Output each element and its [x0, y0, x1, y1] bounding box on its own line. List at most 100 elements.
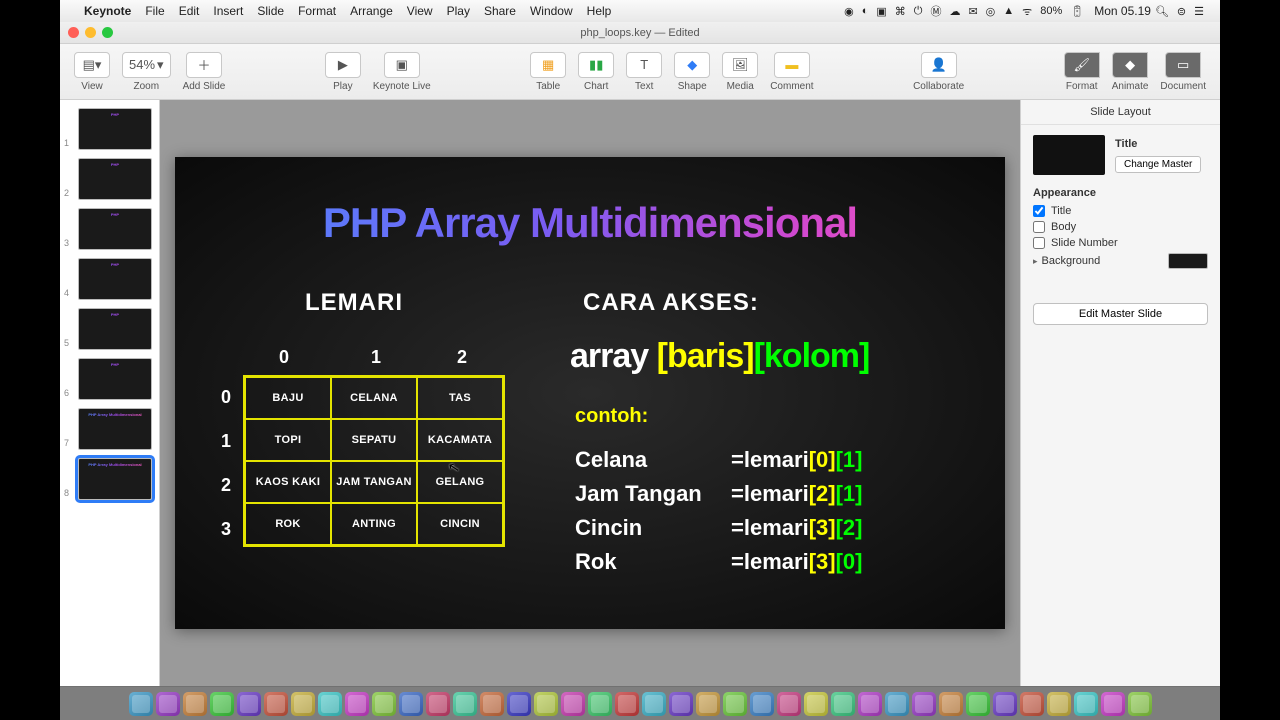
dock-app-icon[interactable] — [129, 692, 153, 716]
slide-thumbnail[interactable]: PHP Array Multidimensional — [78, 458, 152, 500]
status-icon[interactable]: Ⓜ — [930, 3, 941, 19]
dock-app-icon[interactable] — [993, 692, 1017, 716]
dock-app-icon[interactable] — [507, 692, 531, 716]
slide-thumbnail[interactable]: PHP — [78, 358, 152, 400]
menu-file[interactable]: File — [145, 4, 164, 18]
slide-canvas[interactable]: PHP Array Multidimensional LEMARI CARA A… — [160, 100, 1020, 686]
add-slide-button[interactable]: ＋ Add Slide — [183, 52, 226, 92]
dock-app-icon[interactable] — [372, 692, 396, 716]
edit-master-slide-button[interactable]: Edit Master Slide — [1033, 303, 1208, 325]
menu-arrange[interactable]: Arrange — [350, 4, 393, 18]
dock-app-icon[interactable] — [183, 692, 207, 716]
background-swatch[interactable] — [1168, 253, 1208, 269]
dock-app-icon[interactable] — [1047, 692, 1071, 716]
status-icon[interactable]: ▲ — [1003, 5, 1014, 17]
slide-number-checkbox[interactable]: Slide Number — [1033, 237, 1208, 249]
minimize-icon[interactable] — [85, 27, 96, 38]
dock-app-icon[interactable] — [1101, 692, 1125, 716]
dock-app-icon[interactable] — [210, 692, 234, 716]
close-icon[interactable] — [68, 27, 79, 38]
comment-button[interactable]: ▬ Comment — [770, 52, 813, 92]
slide-thumbnail[interactable]: PHP Array Multidimensional — [78, 408, 152, 450]
menu-edit[interactable]: Edit — [179, 4, 200, 18]
slide-thumbnail[interactable]: PHP — [78, 258, 152, 300]
status-icon[interactable]: ✉ — [968, 5, 977, 18]
status-icon[interactable]: ☁ — [949, 5, 960, 18]
dock-app-icon[interactable] — [885, 692, 909, 716]
slide-thumbnail[interactable]: PHP — [78, 208, 152, 250]
zoom-select[interactable]: 54%▾ Zoom — [122, 52, 171, 92]
status-icon[interactable]: ⏻ — [914, 5, 923, 18]
slide-thumbnail[interactable]: PHP — [78, 108, 152, 150]
dock-app-icon[interactable] — [480, 692, 504, 716]
dock-app-icon[interactable] — [966, 692, 990, 716]
view-button[interactable]: ▤▾ View — [74, 52, 110, 92]
play-button[interactable]: ▶ Play — [325, 52, 361, 92]
dock-app-icon[interactable] — [561, 692, 585, 716]
spotlight-icon[interactable]: 🔍︎ — [1155, 5, 1169, 18]
dock-app-icon[interactable] — [831, 692, 855, 716]
status-icon[interactable]: ◎ — [986, 5, 996, 18]
menu-view[interactable]: View — [407, 4, 433, 18]
status-icon[interactable]: ⌘ — [895, 5, 906, 18]
dock-app-icon[interactable] — [1074, 692, 1098, 716]
dock-app-icon[interactable] — [939, 692, 963, 716]
dock[interactable] — [60, 686, 1220, 720]
menu-slide[interactable]: Slide — [257, 4, 284, 18]
dock-app-icon[interactable] — [345, 692, 369, 716]
menu-share[interactable]: Share — [484, 4, 516, 18]
app-name[interactable]: Keynote — [84, 4, 131, 18]
dock-app-icon[interactable] — [669, 692, 693, 716]
dock-app-icon[interactable] — [1128, 692, 1152, 716]
master-thumbnail[interactable] — [1033, 135, 1105, 175]
dock-app-icon[interactable] — [264, 692, 288, 716]
slide[interactable]: PHP Array Multidimensional LEMARI CARA A… — [175, 157, 1005, 629]
menu-window[interactable]: Window — [530, 4, 573, 18]
control-center-icon[interactable]: ⊜ — [1177, 5, 1186, 18]
title-checkbox[interactable]: Title — [1033, 205, 1208, 217]
status-icon[interactable]: ▣ — [876, 5, 886, 18]
collaborate-button[interactable]: 👤 Collaborate — [913, 52, 964, 92]
slide-thumbnail[interactable]: PHP — [78, 308, 152, 350]
status-icon[interactable]: ◐ — [862, 5, 869, 17]
dock-app-icon[interactable] — [588, 692, 612, 716]
slide-thumbnail[interactable]: PHP — [78, 158, 152, 200]
animate-tab-button[interactable]: ◆ Animate — [1112, 52, 1149, 92]
dock-app-icon[interactable] — [534, 692, 558, 716]
keynote-live-button[interactable]: ▣ Keynote Live — [373, 52, 431, 92]
dock-app-icon[interactable] — [399, 692, 423, 716]
text-button[interactable]: T Text — [626, 52, 662, 92]
dock-app-icon[interactable] — [777, 692, 801, 716]
dock-app-icon[interactable] — [237, 692, 261, 716]
fullscreen-icon[interactable] — [102, 27, 113, 38]
body-checkbox[interactable]: Body — [1033, 221, 1208, 233]
wifi-icon[interactable]: ᯤ — [1022, 4, 1032, 19]
traffic-lights[interactable] — [68, 27, 113, 38]
dock-app-icon[interactable] — [156, 692, 180, 716]
dock-app-icon[interactable] — [723, 692, 747, 716]
disclosure-triangle-icon[interactable]: ▸ — [1033, 256, 1038, 267]
change-master-button[interactable]: Change Master — [1115, 156, 1201, 173]
menu-play[interactable]: Play — [447, 4, 470, 18]
media-button[interactable]: 🖼︎ Media — [722, 52, 758, 92]
dock-app-icon[interactable] — [696, 692, 720, 716]
dock-app-icon[interactable] — [804, 692, 828, 716]
slide-navigator[interactable]: 1PHP2PHP3PHP4PHP5PHP6PHP7PHP Array Multi… — [60, 100, 160, 686]
menu-format[interactable]: Format — [298, 4, 336, 18]
dock-app-icon[interactable] — [750, 692, 774, 716]
menu-help[interactable]: Help — [587, 4, 612, 18]
dock-app-icon[interactable] — [426, 692, 450, 716]
table-button[interactable]: ▦ Table — [530, 52, 566, 92]
document-tab-button[interactable]: ▭ Document — [1160, 52, 1206, 92]
dock-app-icon[interactable] — [1020, 692, 1044, 716]
status-icon[interactable]: ◉ — [844, 5, 854, 18]
menu-insert[interactable]: Insert — [213, 4, 243, 18]
dock-app-icon[interactable] — [615, 692, 639, 716]
chart-button[interactable]: ▮▮ Chart — [578, 52, 614, 92]
dock-app-icon[interactable] — [291, 692, 315, 716]
dock-app-icon[interactable] — [912, 692, 936, 716]
format-tab-button[interactable]: 🖌︎ Format — [1064, 52, 1100, 92]
notification-icon[interactable]: ☰ — [1194, 5, 1204, 18]
dock-app-icon[interactable] — [318, 692, 342, 716]
slide-title[interactable]: PHP Array Multidimensional — [175, 199, 1005, 247]
